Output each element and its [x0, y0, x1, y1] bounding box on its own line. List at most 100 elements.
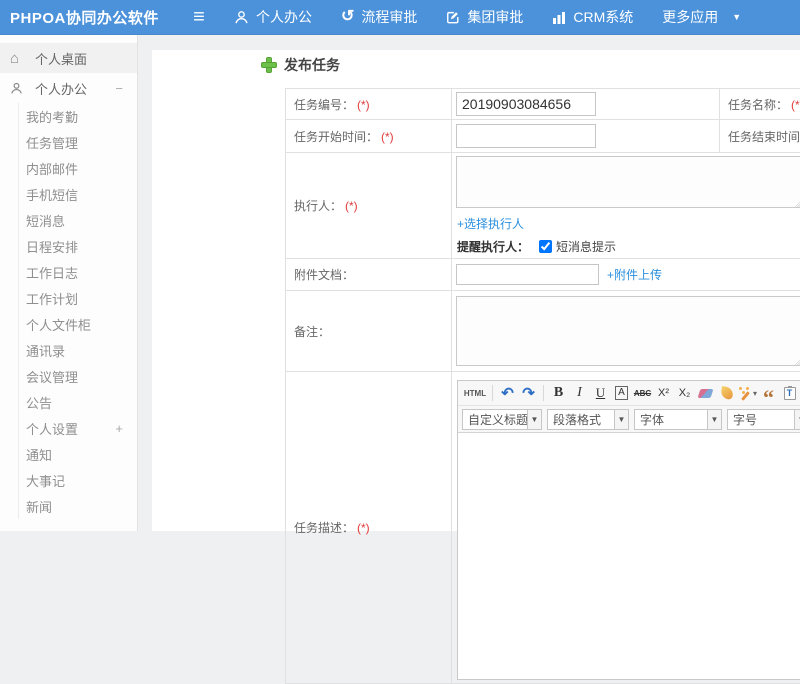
strikethrough-button[interactable]: ABC [632, 383, 653, 403]
description-editor-cell: HTML ↶ ↷ B I U A ABC X² X₂ ▾ [452, 372, 800, 684]
task-number-input-cell [452, 89, 720, 120]
field-label: 任务描述： [294, 521, 354, 535]
caret-down-icon: ▼ [614, 410, 628, 429]
nav-item-group-approval[interactable]: 集团审批 [446, 7, 523, 27]
sidebar-item-label: 个人设置 [26, 419, 78, 438]
remind-executor-label: 提醒执行人： [457, 238, 529, 255]
start-time-input[interactable] [456, 124, 596, 148]
paste-as-text-button[interactable]: T [779, 383, 800, 403]
nav-item-more-apps[interactable]: 更多应用 ▼ [662, 7, 741, 27]
sidebar-item-work-plan[interactable]: 工作计划 [19, 285, 137, 311]
sidebar-item-label: 手机短信 [26, 185, 78, 204]
sidebar-item-label: 个人文件柜 [26, 315, 91, 334]
expand-icon[interactable]: + [115, 421, 123, 436]
sidebar-item-announcement[interactable]: 公告 [19, 389, 137, 415]
sidebar-item-schedule[interactable]: 日程安排 [19, 233, 137, 259]
caret-down-icon: ▼ [527, 410, 541, 429]
char-border-button[interactable]: A [611, 383, 632, 403]
executor-textarea[interactable] [456, 156, 800, 208]
blockquote-button[interactable]: “ [758, 383, 779, 403]
attachment-input[interactable] [456, 264, 599, 285]
task-number-input[interactable] [456, 92, 596, 116]
sidebar-item-personal-file-cabinet[interactable]: 个人文件柜 [19, 311, 137, 337]
page-title: 发布任务 [284, 55, 340, 75]
sidebar-item-label: 工作日志 [26, 263, 78, 282]
undo-button[interactable]: ↶ [497, 383, 518, 403]
sidebar-item-label: 日程安排 [26, 237, 78, 256]
required-mark: (*) [381, 130, 394, 144]
sidebar-item-mobile-sms[interactable]: 手机短信 [19, 181, 137, 207]
app-logo: PHPOA协同办公软件 [0, 7, 182, 28]
top-nav: 个人办公 ↺ 流程审批 集团审批 CRM系统 更多应用 ▼ [234, 7, 770, 27]
redo-button[interactable]: ↷ [518, 383, 539, 403]
attachment-upload-link[interactable]: +附件上传 [607, 266, 662, 283]
font-family-dropdown[interactable]: 字体 ▼ [634, 409, 722, 430]
form-row-remark: 备注： [286, 291, 800, 372]
description-label-cell: 任务描述：(*) [286, 372, 452, 684]
choose-executor-link[interactable]: +选择执行人 [457, 217, 524, 231]
italic-button[interactable]: I [569, 383, 590, 403]
nav-item-personal-office[interactable]: 个人办公 [234, 7, 312, 27]
sidebar-item-address-book[interactable]: 通讯录 [19, 337, 137, 363]
sidebar-item-personal-office[interactable]: 个人办公 − [0, 73, 137, 103]
format-painter-button[interactable] [716, 383, 737, 403]
nav-item-crm[interactable]: CRM系统 [552, 7, 633, 27]
sidebar-item-personal-desktop[interactable]: ⌂ 个人桌面 [0, 43, 137, 73]
font-size-dropdown[interactable]: 字号 ▼ [727, 409, 800, 430]
dropdown-label: 段落格式 [548, 411, 614, 428]
html-source-button[interactable]: HTML [462, 383, 488, 403]
underline-button[interactable]: U [590, 383, 611, 403]
sidebar-item-my-attendance[interactable]: 我的考勤 [19, 103, 137, 129]
sidebar-item-personal-settings[interactable]: 个人设置 + [19, 415, 137, 441]
sidebar-item-meeting-management[interactable]: 会议管理 [19, 363, 137, 389]
field-label: 执行人： [294, 199, 342, 213]
remark-textarea[interactable] [456, 296, 800, 366]
eraser-icon [698, 389, 714, 398]
required-mark: (*) [357, 98, 370, 112]
plus-icon [262, 58, 276, 72]
sidebar-item-label: 公告 [26, 393, 52, 412]
sidebar-item-notice[interactable]: 通知 [19, 441, 137, 467]
remove-format-button[interactable] [695, 383, 716, 403]
dropdown-label: 字号 [728, 411, 794, 428]
user-icon [10, 82, 28, 95]
sidebar-item-short-message[interactable]: 短消息 [19, 207, 137, 233]
paragraph-format-dropdown[interactable]: 段落格式 ▼ [547, 409, 629, 430]
editor-content-area[interactable] [458, 433, 800, 678]
edit-square-icon [446, 10, 460, 24]
sidebar-item-internal-mail[interactable]: 内部邮件 [19, 155, 137, 181]
sms-remind-checkbox[interactable] [539, 240, 552, 253]
custom-title-dropdown[interactable]: 自定义标题 ▼ [462, 409, 542, 430]
task-name-label-cell: 任务名称：(*) [720, 89, 800, 120]
nav-label: 流程审批 [361, 7, 417, 27]
sidebar-item-task-management[interactable]: 任务管理 [19, 129, 137, 155]
bold-button[interactable]: B [548, 383, 569, 403]
dropdown-label: 字体 [635, 411, 707, 428]
sidebar-item-label: 个人办公 [35, 79, 87, 98]
nav-label: 更多应用 [662, 7, 718, 27]
superscript-button[interactable]: X² [653, 383, 674, 403]
caret-down-icon: ▾ [753, 389, 757, 398]
sidebar-item-work-log[interactable]: 工作日志 [19, 259, 137, 285]
nav-item-workflow-approval[interactable]: ↺ 流程审批 [341, 7, 417, 27]
hamburger-menu-icon[interactable]: ≡ [182, 7, 216, 27]
toolbar-separator [543, 385, 544, 401]
editor-toolbar-row1: HTML ↶ ↷ B I U A ABC X² X₂ ▾ [458, 381, 800, 406]
sidebar-item-label: 短消息 [26, 211, 65, 230]
history-icon: ↺ [341, 9, 354, 25]
sidebar-item-major-events[interactable]: 大事记 [19, 467, 137, 493]
sidebar-item-label: 通知 [26, 445, 52, 464]
bar-chart-icon [552, 11, 566, 24]
sidebar-item-label: 通讯录 [26, 341, 65, 360]
page-header: 发布任务 [262, 55, 340, 75]
executor-label-cell: 执行人：(*) [286, 153, 452, 259]
auto-typeset-button[interactable]: ▾ [737, 383, 758, 403]
home-icon: ⌂ [10, 50, 28, 67]
sidebar-item-news[interactable]: 新闻 [19, 493, 137, 519]
remark-label-cell: 备注： [286, 291, 452, 372]
sms-remind-option-label: 短消息提示 [556, 238, 616, 255]
sidebar: ⌂ 个人桌面 个人办公 − 我的考勤 任务管理 内部邮件 手机短信 短消息 日程… [0, 35, 138, 531]
dropdown-label: 自定义标题 [463, 411, 527, 428]
subscript-button[interactable]: X₂ [674, 383, 695, 403]
collapse-icon[interactable]: − [115, 81, 123, 96]
